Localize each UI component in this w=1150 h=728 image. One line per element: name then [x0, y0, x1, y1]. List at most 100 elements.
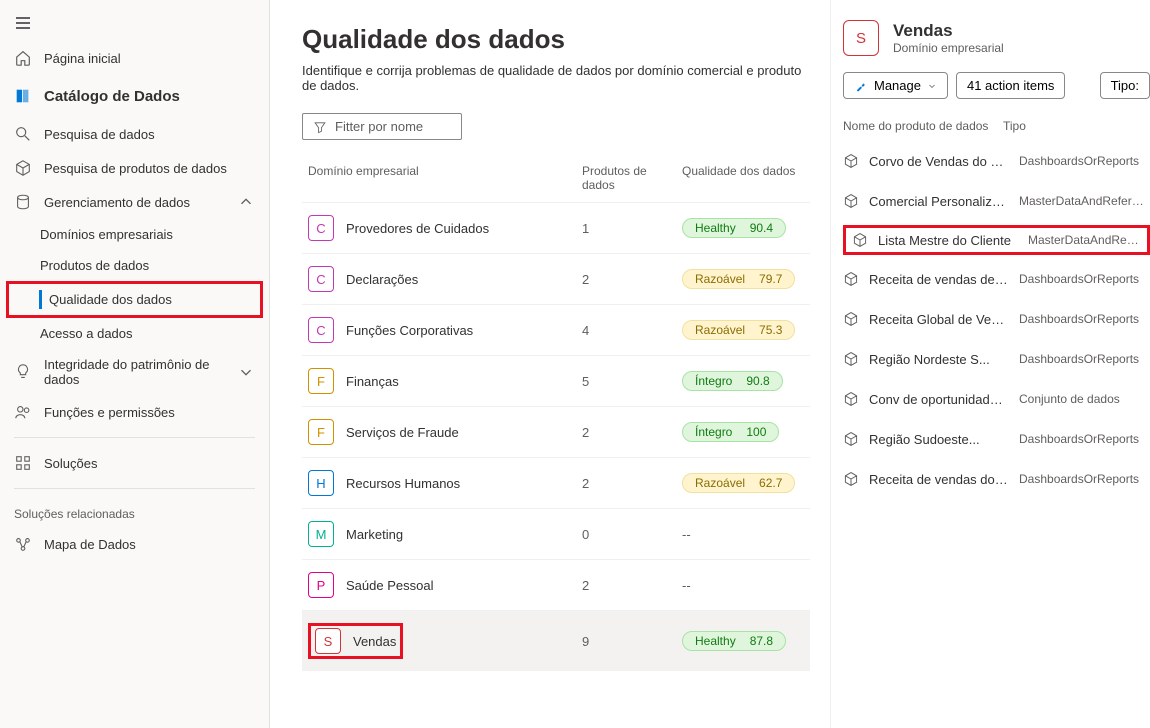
- menu-icon: [14, 14, 32, 32]
- chevron-down-icon: [927, 81, 937, 91]
- cube-icon: [843, 351, 859, 367]
- product-type: MasterDataAndReferen...: [1028, 233, 1141, 247]
- grid-icon: [14, 454, 32, 472]
- sidebar: Página inicial Catálogo de Dados Pesquis…: [0, 0, 270, 728]
- product-type: DashboardsOrReports: [1019, 272, 1139, 286]
- cube-icon: [843, 193, 859, 209]
- nav-data-map-label: Mapa de Dados: [44, 537, 136, 552]
- nav-data-mgmt-label: Gerenciamento de dados: [44, 195, 190, 210]
- cube-icon: [843, 271, 859, 287]
- nav-sub-domains[interactable]: Domínios empresariais: [0, 219, 269, 250]
- map-icon: [14, 535, 32, 553]
- product-type: MasterDataAndReferen...: [1019, 194, 1150, 208]
- nav-solutions[interactable]: Soluções: [0, 446, 269, 480]
- page-subtitle: Identifique e corrija problemas de quali…: [302, 63, 810, 93]
- product-type: DashboardsOrReports: [1019, 432, 1139, 446]
- product-name: Região Sudoeste...: [869, 432, 1009, 447]
- product-type: DashboardsOrReports: [1019, 154, 1139, 168]
- nav-integrity[interactable]: Integridade do patrimônio de dados: [0, 349, 269, 395]
- cube-icon: [843, 471, 859, 487]
- detail-row[interactable]: Região Nordeste S... DashboardsOrReports: [843, 339, 1150, 379]
- catalog-icon: [14, 87, 32, 105]
- cube-icon: [843, 391, 859, 407]
- product-name: Comercial Personalizado...: [869, 194, 1009, 209]
- product-type: DashboardsOrReports: [1019, 472, 1139, 486]
- nav-sub-quality[interactable]: Qualidade dos dados: [9, 284, 260, 315]
- type-filter-button[interactable]: Tipo:: [1100, 72, 1150, 99]
- cube-icon: [843, 153, 859, 169]
- chevron-up-icon: [237, 193, 255, 211]
- manage-button[interactable]: Manage: [843, 72, 948, 99]
- table-row[interactable]: CFunções Corporativas 4 Razoável75.3: [302, 304, 810, 355]
- table-row[interactable]: CProvedores de Cuidados 1 Healthy90.4: [302, 202, 810, 253]
- cube-icon: [843, 431, 859, 447]
- home-icon: [14, 49, 32, 67]
- detail-row[interactable]: Corvo de Vendas do Canadá DashboardsOrRep…: [843, 141, 1150, 181]
- product-type: DashboardsOrReports: [1019, 352, 1139, 366]
- detail-title: Vendas: [893, 21, 1004, 41]
- nav-data-map[interactable]: Mapa de Dados: [0, 527, 269, 561]
- col-domain[interactable]: Domínio empresarial: [302, 164, 582, 192]
- product-name: Receita de vendas dos EUA em...: [869, 472, 1009, 487]
- filter-input[interactable]: Fitter por nome: [302, 113, 462, 140]
- nav-sub-access[interactable]: Acesso a dados: [0, 318, 269, 349]
- table-row[interactable]: HRecursos Humanos 2 Razoável62.7: [302, 457, 810, 508]
- domain-table: Domínio empresarial Produtos de dados Qu…: [302, 158, 810, 671]
- product-name: Receita de vendas de DE em...: [869, 272, 1009, 287]
- nav-sub-products[interactable]: Produtos de dados: [0, 250, 269, 281]
- detail-row[interactable]: Receita de vendas de DE em... DashboardsO…: [843, 259, 1150, 299]
- nav-integrity-label: Integridade do patrimônio de dados: [44, 357, 225, 387]
- product-name: Lista Mestre do Cliente: [878, 233, 1018, 248]
- product-type: DashboardsOrReports: [1019, 312, 1139, 326]
- cube-icon: [843, 311, 859, 327]
- table-row[interactable]: FFinanças 5 Íntegro90.8: [302, 355, 810, 406]
- nav-catalog[interactable]: Catálogo de Dados: [0, 75, 269, 117]
- col-products[interactable]: Produtos de dados: [582, 164, 682, 192]
- nav-data-mgmt[interactable]: Gerenciamento de dados: [0, 185, 269, 219]
- divider: [14, 437, 255, 438]
- table-row[interactable]: CDeclarações 2 Razoável79.7: [302, 253, 810, 304]
- product-type: Conjunto de dados: [1019, 392, 1120, 406]
- detail-row[interactable]: Conv de oportunidades... Conjunto de dado…: [843, 379, 1150, 419]
- table-header: Domínio empresarial Produtos de dados Qu…: [302, 158, 810, 202]
- product-name: Corvo de Vendas do Canadá: [869, 154, 1009, 169]
- people-icon: [14, 403, 32, 421]
- table-row[interactable]: MMarketing 0 --: [302, 508, 810, 559]
- nav-search-products[interactable]: Pesquisa de produtos de dados: [0, 151, 269, 185]
- cube-icon: [852, 232, 868, 248]
- main-content: Qualidade dos dados Identifique e corrij…: [270, 0, 830, 728]
- detail-panel: S Vendas Domínio empresarial Manage 41 a…: [830, 0, 1150, 728]
- detail-col-type[interactable]: Tipo: [1003, 119, 1150, 133]
- nav-roles[interactable]: Funções e permissões: [0, 395, 269, 429]
- related-heading: Soluções relacionadas: [0, 497, 269, 527]
- lightbulb-icon: [14, 363, 32, 381]
- nav-solutions-label: Soluções: [44, 456, 97, 471]
- product-name: Região Nordeste S...: [869, 352, 1009, 367]
- detail-row[interactable]: Região Sudoeste... DashboardsOrReports: [843, 419, 1150, 459]
- nav-home-label: Página inicial: [44, 51, 121, 66]
- hamburger-menu[interactable]: [0, 8, 269, 41]
- database-icon: [14, 193, 32, 211]
- nav-search-products-label: Pesquisa de produtos de dados: [44, 161, 227, 176]
- col-quality[interactable]: Qualidade dos dados: [682, 164, 810, 192]
- table-row[interactable]: SVendas 9 Healthy87.8: [302, 610, 810, 671]
- table-row[interactable]: PSaúde Pessoal 2 --: [302, 559, 810, 610]
- detail-row[interactable]: Comercial Personalizado... MasterDataAndR…: [843, 181, 1150, 221]
- detail-row[interactable]: Lista Mestre do Cliente MasterDataAndRefe…: [843, 225, 1150, 255]
- detail-col-name[interactable]: Nome do produto de dados: [843, 119, 1003, 133]
- detail-row[interactable]: Receita de vendas dos EUA em... Dashboard…: [843, 459, 1150, 499]
- divider: [14, 488, 255, 489]
- product-name: Conv de oportunidades...: [869, 392, 1009, 407]
- nav-roles-label: Funções e permissões: [44, 405, 175, 420]
- detail-subtitle: Domínio empresarial: [893, 41, 1004, 55]
- nav-catalog-label: Catálogo de Dados: [44, 88, 180, 105]
- package-icon: [14, 159, 32, 177]
- nav-home[interactable]: Página inicial: [0, 41, 269, 75]
- detail-row[interactable]: Receita Global de VendasDashboardsOrRepo…: [843, 299, 1150, 339]
- nav-search-data[interactable]: Pesquisa de dados: [0, 117, 269, 151]
- page-title: Qualidade dos dados: [302, 24, 810, 55]
- table-row[interactable]: FServiços de Fraude 2 Íntegro100: [302, 406, 810, 457]
- detail-badge: S: [843, 20, 879, 56]
- action-items-button[interactable]: 41 action items: [956, 72, 1065, 99]
- nav-search-data-label: Pesquisa de dados: [44, 127, 155, 142]
